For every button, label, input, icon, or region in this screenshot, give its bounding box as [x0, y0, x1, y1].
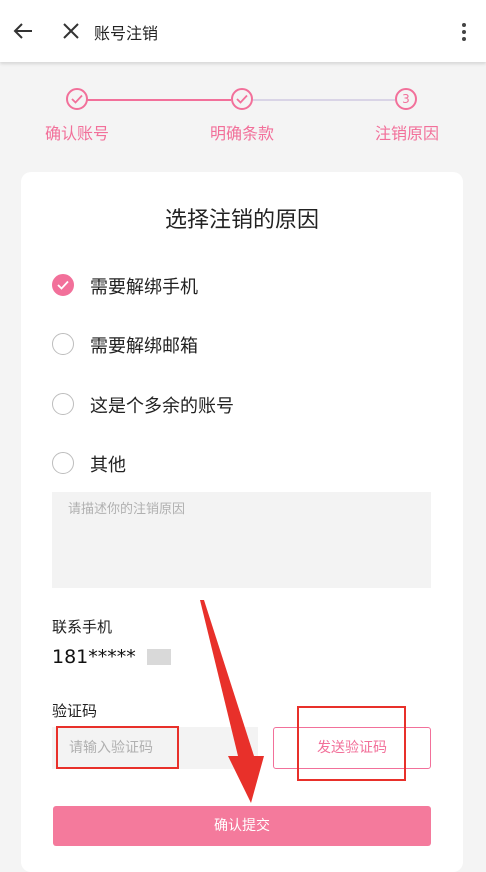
annotation-box-send-code: [297, 706, 406, 781]
description-placeholder: 请描述你的注销原因: [68, 502, 186, 517]
option-label: 需要解绑手机: [90, 277, 198, 298]
submit-button[interactable]: 确认提交: [53, 806, 431, 846]
step-1-check-icon: [66, 88, 88, 110]
close-icon[interactable]: [61, 21, 81, 41]
code-label: 验证码: [52, 702, 98, 720]
more-vertical-icon[interactable]: [456, 20, 472, 44]
radio-unchecked-icon[interactable]: [52, 393, 74, 415]
annotation-box-code-input: [56, 726, 179, 769]
progress-stepper: 3 确认账号 明确条款 注销原因: [0, 62, 486, 162]
reason-description-textarea[interactable]: 请描述你的注销原因: [52, 492, 431, 588]
radio-checked-icon[interactable]: [52, 274, 74, 296]
step-2-check-icon: [231, 88, 253, 110]
step-label-clear-terms: 明确条款: [209, 124, 274, 143]
step-label-confirm-account: 确认账号: [44, 124, 109, 143]
step-3-number: 3: [395, 88, 417, 110]
phone-label: 联系手机: [52, 618, 113, 636]
phone-mask: [147, 649, 171, 665]
page-title: 账号注销: [94, 24, 159, 43]
step-connector: [253, 99, 395, 101]
step-label-reason: 注销原因: [374, 124, 439, 143]
option-label: 其他: [90, 455, 126, 476]
option-label: 需要解绑邮箱: [90, 336, 198, 357]
step-3-number-text: 3: [402, 92, 410, 106]
top-bar: 账号注销: [0, 0, 486, 62]
card-title: 选择注销的原因: [164, 208, 319, 233]
option-label: 这是个多余的账号: [90, 396, 234, 417]
phone-value: 181*****: [52, 646, 136, 668]
step-connector: [87, 99, 231, 101]
radio-unchecked-icon[interactable]: [52, 452, 74, 474]
arrow-left-icon[interactable]: [12, 20, 34, 42]
radio-unchecked-icon[interactable]: [52, 333, 74, 355]
